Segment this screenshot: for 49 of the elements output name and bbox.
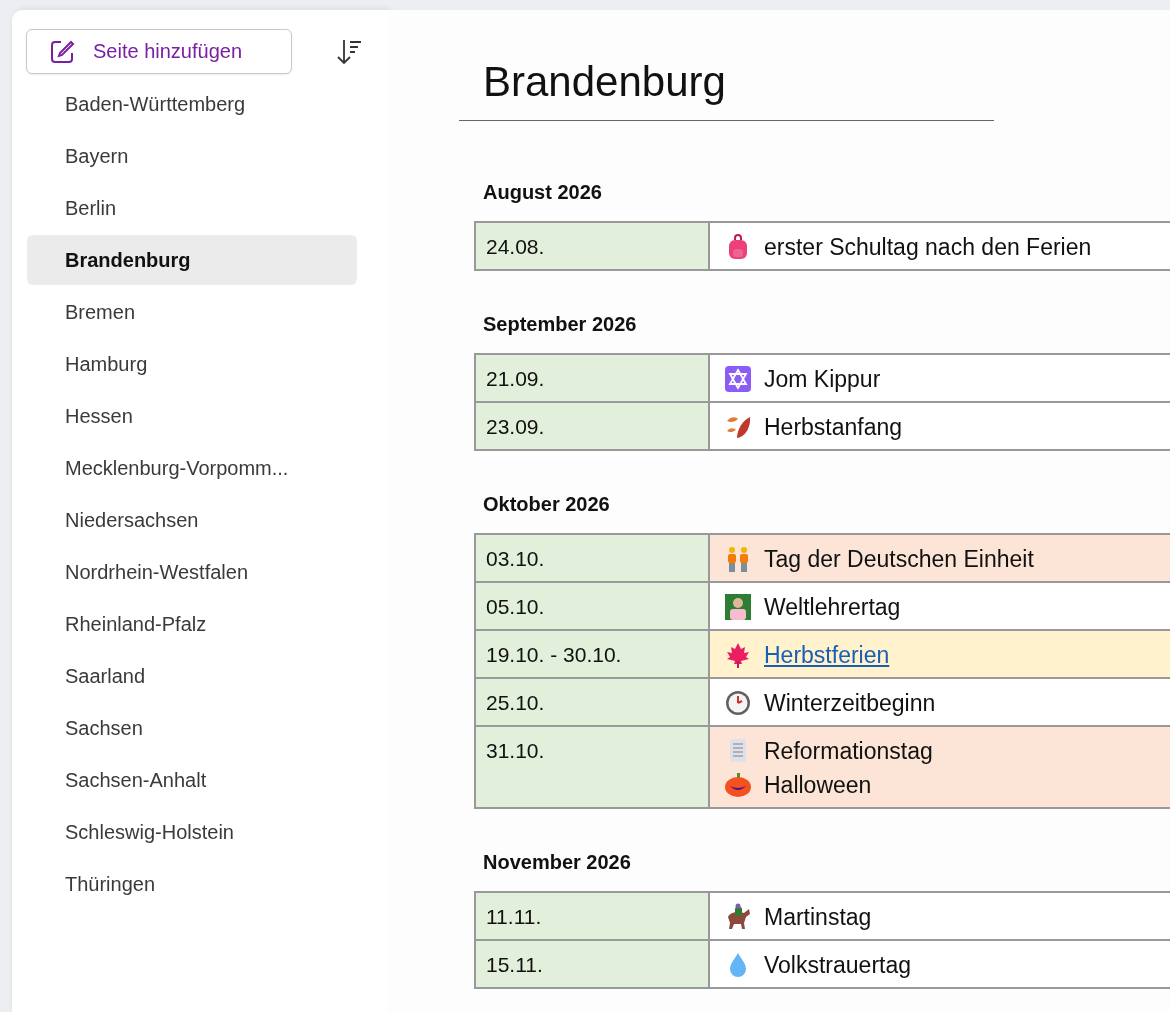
event-text: Martinstag bbox=[764, 903, 872, 931]
date-cell: 24.08. bbox=[474, 223, 710, 269]
month-heading: September 2026 bbox=[483, 313, 638, 336]
event-text: Jom Kippur bbox=[764, 365, 881, 393]
date-cell: 21.09. bbox=[474, 355, 710, 401]
date-cell: 03.10. bbox=[474, 535, 710, 581]
event-text: Weltlehrertag bbox=[764, 593, 901, 621]
event-text: Tag der Deutschen Einheit bbox=[764, 545, 1034, 573]
date-cell: 25.10. bbox=[474, 679, 710, 725]
page-list-item[interactable]: Thüringen bbox=[27, 859, 357, 909]
page-list-item[interactable]: Hamburg bbox=[27, 339, 357, 389]
event-text: erster Schultag nach den Ferien bbox=[764, 233, 1092, 261]
date-cell: 31.10. bbox=[474, 727, 710, 807]
page-list-item[interactable]: Mecklenburg-Vorpomm... bbox=[27, 443, 357, 493]
month-heading: November 2026 bbox=[483, 851, 632, 874]
page-list-item[interactable]: Sachsen bbox=[27, 703, 357, 753]
page-list-item[interactable]: Niedersachsen bbox=[27, 495, 357, 545]
edit-icon bbox=[49, 38, 75, 65]
date-cell: 11.11. bbox=[474, 893, 710, 939]
month-heading: Oktober 2026 bbox=[483, 493, 611, 516]
date-cell: 15.11. bbox=[474, 941, 710, 987]
star-of-david-icon bbox=[724, 365, 752, 393]
event-text: Herbstanfang bbox=[764, 413, 903, 441]
event-text: Winterzeitbeginn bbox=[764, 689, 936, 717]
pumpkin-icon bbox=[724, 771, 752, 799]
add-page-button[interactable]: Seite hinzufügen bbox=[26, 29, 292, 74]
page-list-item[interactable]: Nordrhein-Westfalen bbox=[27, 547, 357, 597]
event-text: Halloween bbox=[764, 771, 872, 799]
page-list-item[interactable]: Rheinland-Pfalz bbox=[27, 599, 357, 649]
month-heading: August 2026 bbox=[483, 181, 603, 204]
page-list-item[interactable]: Berlin bbox=[27, 183, 357, 233]
page-title: Brandenburg bbox=[459, 50, 994, 121]
page-list-item[interactable]: Bayern bbox=[27, 131, 357, 181]
page-list-item[interactable]: Schleswig-Holstein bbox=[27, 807, 357, 857]
date-cell: 19.10. - 30.10. bbox=[474, 631, 710, 677]
page-list-item[interactable]: Baden-Württemberg bbox=[27, 79, 357, 129]
page-list-item[interactable]: Bremen bbox=[27, 287, 357, 337]
teacher-icon bbox=[724, 593, 752, 621]
maple-leaf-icon bbox=[724, 641, 752, 669]
event-text: Volkstrauertag bbox=[764, 951, 912, 979]
date-cell: 05.10. bbox=[474, 583, 710, 629]
page-list-item[interactable]: Sachsen-Anhalt bbox=[27, 755, 357, 805]
page-list-item[interactable]: Brandenburg bbox=[27, 235, 357, 285]
page-list-item[interactable]: Saarland bbox=[27, 651, 357, 701]
clock-icon bbox=[724, 689, 752, 717]
event-link[interactable]: Herbstferien bbox=[764, 641, 890, 669]
page-list-item[interactable]: Hessen bbox=[27, 391, 357, 441]
event-text: Reformationstag bbox=[764, 737, 933, 765]
date-cell: 23.09. bbox=[474, 403, 710, 449]
